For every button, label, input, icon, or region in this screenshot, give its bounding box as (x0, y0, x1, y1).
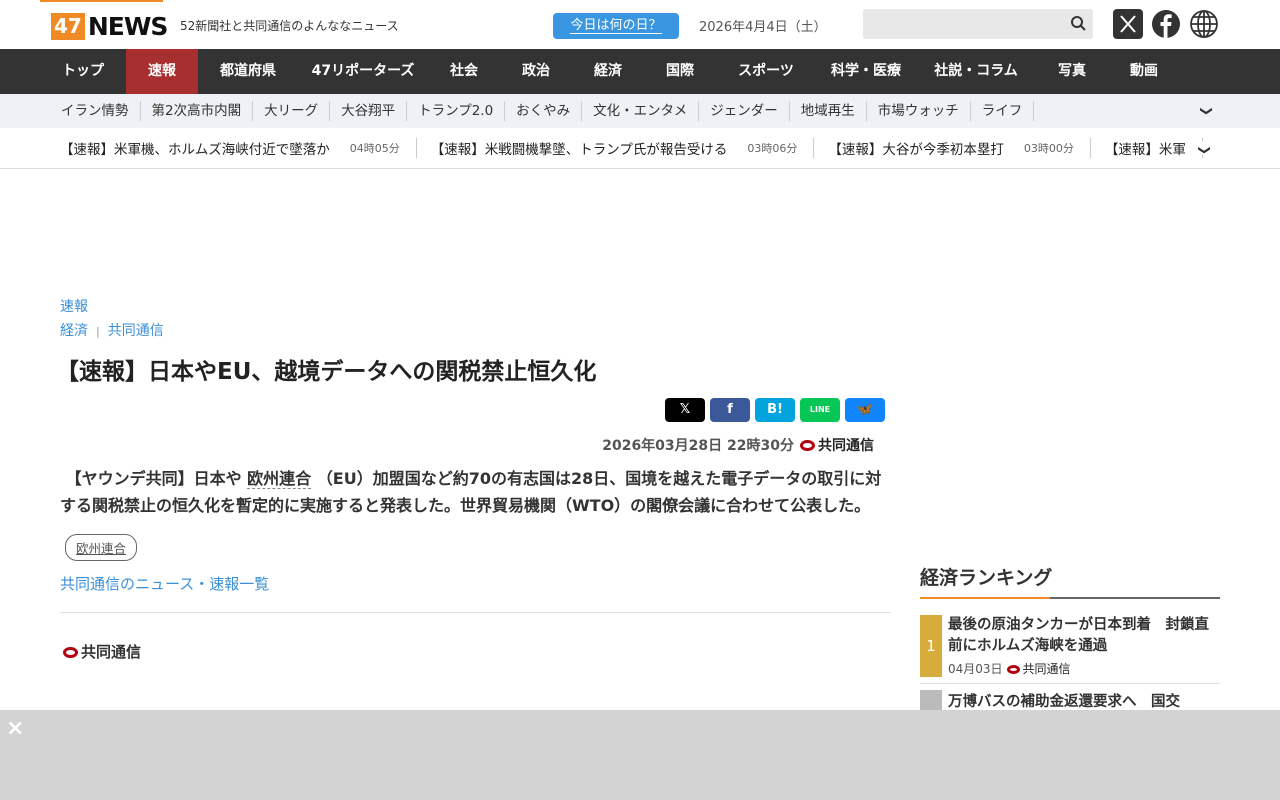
ranking-item[interactable]: 万博バスの補助金返還要求へ 国交 (920, 684, 1220, 711)
tagline: 52新聞社と共同通信のよんななニュース (180, 19, 399, 33)
accent-bar (40, 0, 163, 2)
body-text: 【ヤウンデ共同】日本や (65, 469, 242, 488)
today-label: 今日は何の日？ (570, 18, 662, 34)
facebook-icon[interactable] (1151, 9, 1181, 39)
nav-item[interactable]: 政治 (500, 49, 572, 94)
section-link[interactable]: 経済 (60, 323, 88, 339)
ticker-title: 【速報】米軍機、ホルムズ海峡付近で墜落か (60, 142, 330, 158)
ticker-title: 【速報】大谷が今季初本塁打 (828, 142, 1004, 158)
ticker-time: 03時00分 (1023, 142, 1074, 155)
news-ticker: 【速報】米軍機、ホルムズ海峡付近で墜落か 04時05分 【速報】米戦闘機撃墜、トラン… (0, 128, 1280, 169)
x-icon[interactable] (1113, 9, 1143, 39)
today-button[interactable]: 今日は何の日？ (553, 13, 679, 39)
bluesky-icon[interactable]: 🦋 (845, 398, 885, 422)
ticker-item[interactable]: 【速報】米軍機、ホルムズ海峡付近で墜落か 04時05分 (60, 138, 417, 158)
search-icon[interactable] (1070, 15, 1086, 31)
source-link[interactable]: 共同通信 (108, 323, 164, 339)
subnav-item[interactable]: 市場ウォッチ (867, 101, 971, 121)
keyword-link[interactable]: 欧州連合 (247, 469, 312, 489)
nav-item[interactable]: スポーツ (716, 49, 816, 94)
main-nav: トップ 速報 都道府県 47リポーターズ 社会 政治 経済 国際 スポーツ 科学・医療 社説・コラム… (0, 49, 1280, 94)
footer-source: 共同通信 (60, 641, 890, 662)
ticker-title: 【速報】米戦闘機撃墜、トランプ氏が報告受ける (430, 142, 728, 158)
ranking-item-title: 万博バスの補助金返還要求へ 国交 (948, 694, 1180, 710)
search-input[interactable] (863, 9, 1093, 39)
subnav-item[interactable]: 大リーグ (253, 101, 331, 121)
chevron-down-icon[interactable]: ❯ (1200, 106, 1214, 116)
subnav-item[interactable]: 大谷翔平 (330, 101, 408, 121)
subnav-item[interactable]: イラン情勢 (50, 101, 141, 121)
logo[interactable]: 47 NEWS (51, 12, 169, 41)
ranking: 経済ランキング 1 最後の原油タンカーが日本到着 封鎖直前にホルムズ海峡を通過 … (920, 563, 1220, 711)
ranking-title: 経済ランキング (920, 563, 1220, 599)
category-link[interactable]: 速報 (60, 295, 890, 319)
ranking-item-date: 04月03日 (948, 662, 1003, 676)
nav-item[interactable]: 経済 (572, 49, 644, 94)
nav-item[interactable]: 速報 (126, 49, 198, 94)
footer-source-label: 共同通信 (81, 643, 142, 661)
subnav-item[interactable]: 地域再生 (790, 101, 867, 121)
nav-item[interactable]: 国際 (644, 49, 716, 94)
ad-banner: × (0, 710, 1280, 800)
kyodo-logo-icon (1006, 665, 1020, 674)
ranking-item-source: 共同通信 (1022, 662, 1071, 676)
article: 速報 経済 | 共同通信 【速報】日本やEU、越境データへの関税禁止恒久化 𝕏f B!… (56, 295, 890, 662)
rank-number: 1 (920, 615, 942, 677)
logo-text: NEWS (87, 12, 169, 41)
more-news-link[interactable]: 共同通信のニュース・速報一覧 (60, 573, 890, 594)
ticker-title: 【速報】米軍 (1104, 142, 1186, 158)
x-icon[interactable]: 𝕏 (665, 398, 705, 422)
globe-icon[interactable] (1189, 9, 1219, 39)
ticker-item[interactable]: 【速報】大谷が今季初本塁打 03時00分 (828, 138, 1091, 158)
divider (60, 612, 890, 613)
logo-number: 47 (51, 13, 85, 40)
article-source: 共同通信 (818, 438, 874, 454)
facebook-icon[interactable]: f (710, 398, 750, 422)
current-date: 2026年4月4日（土） (699, 20, 827, 35)
tag-eu[interactable]: 欧州連合 (65, 534, 138, 561)
subnav-item[interactable]: ライフ (971, 101, 1035, 121)
share-buttons: 𝕏f B! LINE 🦋 (60, 398, 890, 422)
chevron-down-icon[interactable]: ❯ (1197, 140, 1212, 156)
nav-item[interactable]: 科学・医療 (816, 49, 916, 94)
article-datetime: 2026年03月28日 22時30分 (602, 438, 794, 454)
rank-number (920, 690, 942, 710)
header: 47 NEWS 52新聞社と共同通信のよんななニュース 今日は何の日？ 2026年… (0, 0, 1280, 49)
article-title: 【速報】日本やEU、越境データへの関税禁止恒久化 (56, 359, 597, 385)
nav-item[interactable]: 社会 (428, 49, 500, 94)
nav-item[interactable]: 47リポーターズ (298, 49, 428, 94)
line-icon[interactable]: LINE (800, 398, 840, 422)
subnav-item[interactable]: ジェンダー (699, 101, 790, 121)
nav-item[interactable]: 写真 (1036, 49, 1108, 94)
ticker-time: 04時05分 (349, 142, 400, 155)
subnav-item[interactable]: 第2次高市内閣 (141, 101, 254, 121)
nav-item[interactable]: 動画 (1108, 49, 1180, 94)
article-body: 【ヤウンデ共同】日本や 欧州連合 （EU）加盟国など約70の有志国は28日、国境… (60, 465, 890, 519)
subnav-item[interactable]: 文化・エンタメ (582, 101, 700, 121)
ticker-item[interactable]: 【速報】米戦闘機撃墜、トランプ氏が報告受ける 03時06分 (431, 138, 815, 158)
divider: | (96, 325, 100, 338)
ticker-item[interactable]: 【速報】米軍 (1105, 138, 1203, 158)
ranking-item-title: 最後の原油タンカーが日本到着 封鎖直前にホルムズ海峡を通過 (948, 617, 1209, 654)
nav-item[interactable]: 都道府県 (198, 49, 298, 94)
article-meta: 2026年03月28日 22時30分 共同通信 (60, 435, 890, 455)
nav-item[interactable]: トップ (40, 49, 126, 94)
kyodo-logo-icon (63, 647, 78, 658)
subnav-item[interactable]: おくやみ (505, 101, 583, 121)
close-icon[interactable]: × (6, 716, 24, 741)
sub-nav: イラン情勢 第2次高市内閣 大リーグ 大谷翔平 トランプ2.0 おくやみ 文化・エンタメ ジェ… (0, 94, 1280, 128)
hatena-icon[interactable]: B! (755, 398, 795, 422)
ticker-time: 03時06分 (747, 142, 798, 155)
ranking-item[interactable]: 1 最後の原油タンカーが日本到着 封鎖直前にホルムズ海峡を通過 04月03日 共同… (920, 599, 1220, 684)
subnav-item[interactable]: トランプ2.0 (407, 101, 506, 121)
kyodo-logo-icon (800, 440, 815, 451)
nav-item[interactable]: 社説・コラム (916, 49, 1036, 94)
